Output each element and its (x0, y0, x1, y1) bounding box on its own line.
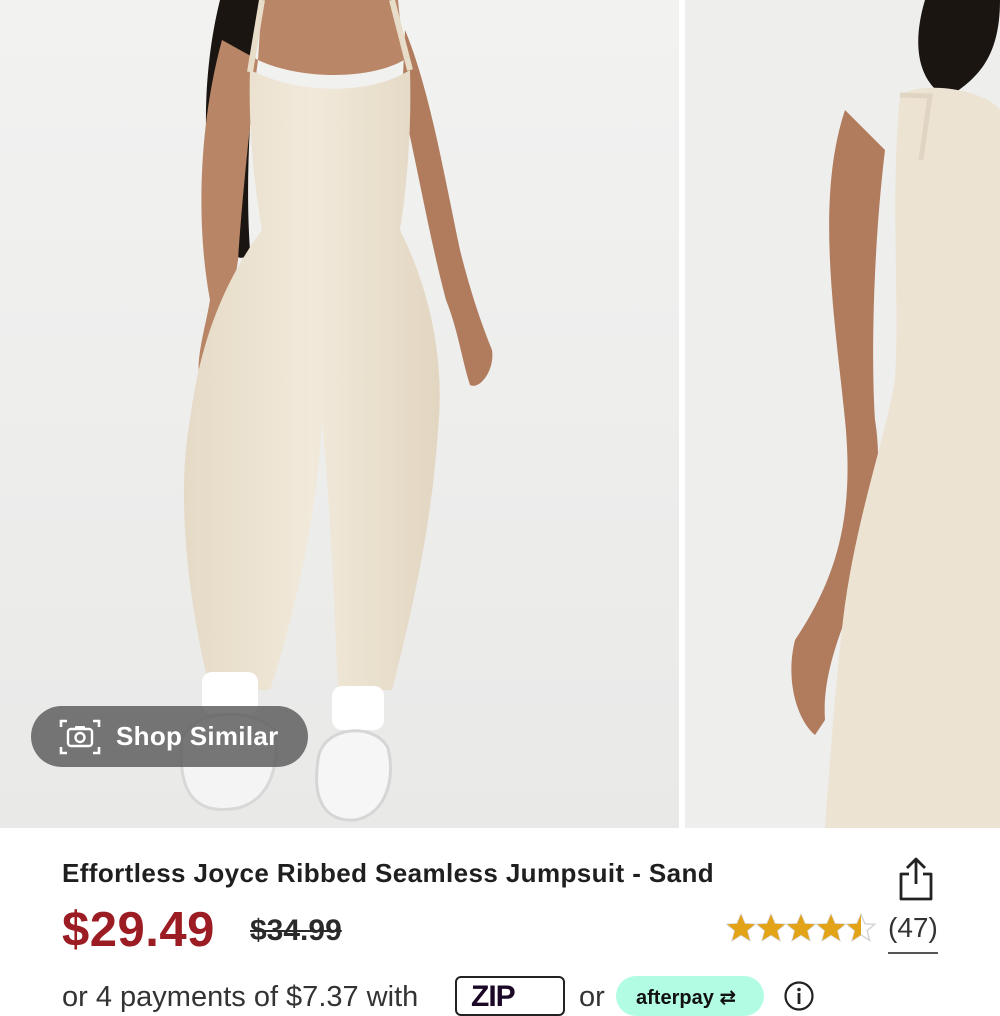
star-icon (816, 913, 846, 942)
afterpay-badge[interactable]: afterpay ⇄ (616, 976, 764, 1016)
rating-stars (726, 913, 876, 943)
original-price: $34.99 (250, 914, 342, 947)
star-icon (726, 913, 756, 942)
installment-text: or 4 payments of $7.37 with (62, 981, 419, 1013)
star-icon (756, 913, 786, 942)
camera-icon (59, 719, 101, 754)
afterpay-label: afterpay (636, 987, 714, 1009)
star-icon (846, 913, 876, 942)
sale-price: $29.49 (62, 903, 215, 957)
product-title: Effortless Joyce Ribbed Seamless Jumpsui… (62, 858, 715, 888)
shop-similar-button[interactable]: Shop Similar (31, 706, 308, 767)
product-rating[interactable]: (47) (726, 912, 938, 944)
share-icon[interactable] (896, 856, 936, 902)
afterpay-logo: afterpay ⇄ (636, 987, 737, 1009)
info-icon[interactable] (783, 980, 815, 1012)
shop-similar-label: Shop Similar (116, 721, 279, 751)
product-photo-front[interactable] (0, 0, 679, 828)
review-count[interactable]: (47) (888, 912, 938, 944)
model-side-illustration (685, 0, 1000, 828)
review-count-underline (888, 952, 938, 954)
star-icon (786, 913, 816, 942)
or-text: or (579, 981, 605, 1013)
zip-logo: ZIP (471, 980, 516, 1013)
zip-pay-badge[interactable]: ZIP (455, 976, 565, 1016)
product-photo-side[interactable] (685, 0, 1000, 828)
product-image-gallery[interactable]: Shop Similar (0, 0, 1000, 828)
model-front-illustration (0, 0, 679, 828)
